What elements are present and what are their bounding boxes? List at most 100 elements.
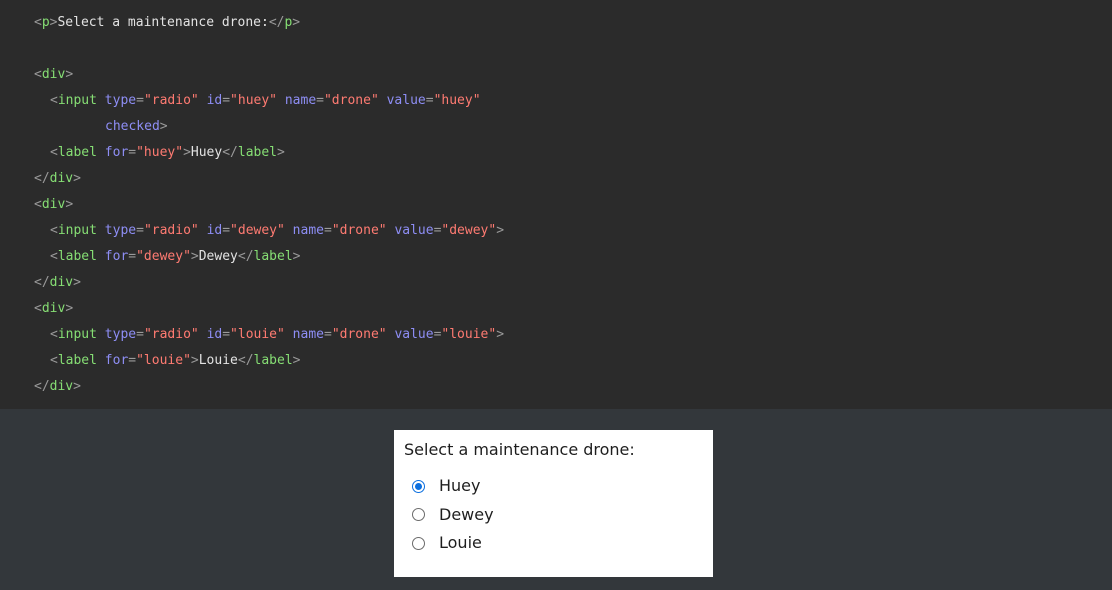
code-token: name xyxy=(284,93,317,108)
code-token: label xyxy=(57,145,97,160)
code-token: Select a maintenance drone: xyxy=(57,15,269,30)
code-line-checked: checked> xyxy=(0,114,1112,140)
code-token: < xyxy=(34,301,42,316)
code-token: p xyxy=(41,15,50,30)
code-token: = xyxy=(128,353,137,368)
code-token: type xyxy=(104,327,137,342)
code-line-input-dewey: <input type="radio" id="dewey" name="dro… xyxy=(0,218,1112,244)
option-huey[interactable]: Huey xyxy=(404,472,703,501)
code-token: "dewey" xyxy=(441,223,497,238)
code-token: = xyxy=(128,145,137,160)
code-line-label-louie: <label for="louie">Louie</label> xyxy=(0,348,1112,374)
code-line-div-open-3: <div> xyxy=(0,296,1112,322)
code-token: > xyxy=(292,249,301,264)
code-token: "louie" xyxy=(230,327,285,342)
code-token: input xyxy=(57,93,97,108)
code-token: > xyxy=(73,379,81,394)
code-token: Louie xyxy=(198,353,238,368)
code-token: div xyxy=(41,301,66,316)
code-token: < xyxy=(50,93,58,108)
code-token: label xyxy=(57,249,97,264)
code-token: = xyxy=(136,223,144,238)
code-token: div xyxy=(41,197,66,212)
code-line-div-close-1: </div> xyxy=(0,166,1112,192)
code-line-p: <p>Select a maintenance drone:</p> xyxy=(0,10,1112,36)
code-token: > xyxy=(292,15,301,30)
code-token: div xyxy=(49,275,74,290)
code-token: "drone" xyxy=(323,93,379,108)
code-token: = xyxy=(222,223,231,238)
code-line-label-huey: <label for="huey">Huey</label> xyxy=(0,140,1112,166)
code-token: "louie" xyxy=(441,327,497,342)
option-louie[interactable]: Louie xyxy=(404,529,703,558)
code-token: > xyxy=(292,353,301,368)
code-line-input-huey: <input type="radio" id="huey" name="dron… xyxy=(0,88,1112,114)
code-token: "louie" xyxy=(136,353,191,368)
code-token: < xyxy=(50,223,58,238)
radio-louie[interactable] xyxy=(412,536,425,550)
code-token: = xyxy=(316,93,324,108)
code-token: = xyxy=(425,93,434,108)
code-token: > xyxy=(190,353,199,368)
code-token: for xyxy=(104,353,129,368)
code-token: > xyxy=(496,223,505,238)
code-token: Dewey xyxy=(198,249,238,264)
code-line-div-open-1: <div> xyxy=(0,62,1112,88)
code-token: = xyxy=(128,249,137,264)
code-token: for xyxy=(104,249,129,264)
code-token: = xyxy=(323,327,332,342)
label-louie[interactable]: Louie xyxy=(439,533,482,553)
code-token: "radio" xyxy=(143,327,199,342)
code-token: div xyxy=(41,67,66,82)
code-token: "drone" xyxy=(331,223,387,238)
code-token: </ xyxy=(34,379,50,394)
code-token: </ xyxy=(237,353,254,368)
code-token: < xyxy=(50,327,58,342)
radio-dewey[interactable] xyxy=(412,508,425,522)
code-token: = xyxy=(222,93,231,108)
code-token: = xyxy=(136,327,144,342)
code-token: "drone" xyxy=(331,327,387,342)
code-token: type xyxy=(104,223,137,238)
code-token: "huey" xyxy=(136,145,184,160)
code-token: "huey" xyxy=(230,93,278,108)
code-line-label-dewey: <label for="dewey">Dewey</label> xyxy=(0,244,1112,270)
code-token: "radio" xyxy=(143,223,199,238)
code-token: < xyxy=(50,249,58,264)
code-token: </ xyxy=(222,145,238,160)
code-token: > xyxy=(73,171,81,186)
label-huey[interactable]: Huey xyxy=(439,476,480,496)
code-token: for xyxy=(104,145,129,160)
code-token: > xyxy=(65,301,74,316)
code-token: input xyxy=(57,223,97,238)
code-token: div xyxy=(49,171,74,186)
code-line-div-close-3: </div> xyxy=(0,374,1112,400)
code-token: < xyxy=(34,67,42,82)
code-token: </ xyxy=(34,275,50,290)
code-token: Huey xyxy=(190,145,223,160)
code-token: > xyxy=(73,275,81,290)
option-dewey[interactable]: Dewey xyxy=(404,501,703,530)
code-token: id xyxy=(206,223,223,238)
code-token: input xyxy=(57,327,97,342)
label-dewey[interactable]: Dewey xyxy=(439,505,494,525)
code-token: = xyxy=(222,327,231,342)
code-token: < xyxy=(34,15,42,30)
code-line-div-close-2: </div> xyxy=(0,270,1112,296)
code-token: "huey" xyxy=(433,93,481,108)
code-token: > xyxy=(65,67,74,82)
radio-huey[interactable] xyxy=(412,479,425,493)
code-line-div-open-2: <div> xyxy=(0,192,1112,218)
code-token: checked xyxy=(105,119,160,134)
